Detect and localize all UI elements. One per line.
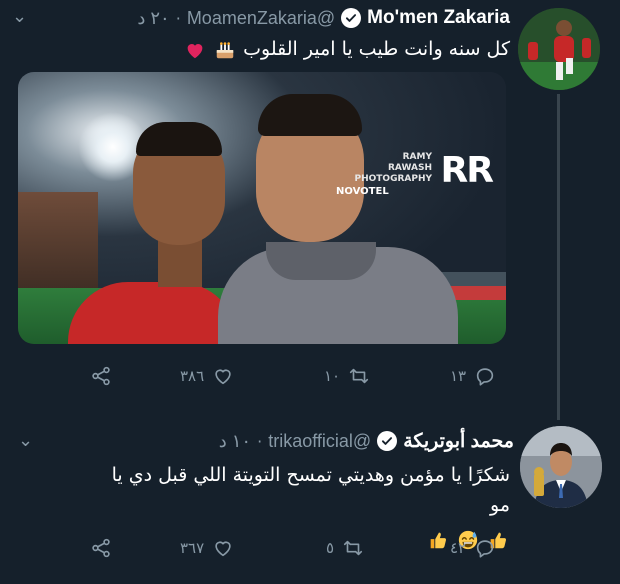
retweet-count: ١٠ xyxy=(324,367,341,385)
tweet-text-content: كل سنه وانت طيب يا امير القلوب xyxy=(243,38,510,60)
watermark-text: RAMY RAWASH PHOTOGRAPHY xyxy=(355,152,433,185)
like-count: ٣٦٧ xyxy=(180,539,205,557)
like-count: ٣٨٦ xyxy=(180,367,205,385)
reply-icon xyxy=(476,368,494,386)
chevron-down-icon[interactable]: ⌄ xyxy=(12,6,27,27)
tweet-time[interactable]: ٢٠ د xyxy=(137,8,169,29)
reply-icon xyxy=(476,540,494,558)
retweet-count: ٥ xyxy=(326,539,335,557)
retweet-icon xyxy=(343,540,363,556)
avatar[interactable] xyxy=(520,426,602,508)
reply-count: ٤٢ xyxy=(450,539,467,557)
thread-line xyxy=(557,94,560,420)
tweet-text: كل سنه وانت طيب يا امير القلوب xyxy=(90,34,510,64)
tweet-actions: ٣٨٦ ١٠ ١٣ xyxy=(0,362,620,390)
watermark-line: RAWASH xyxy=(388,163,432,173)
verified-badge-icon xyxy=(341,8,362,28)
like-button[interactable]: ٣٦٧ xyxy=(180,534,234,562)
reply-count: ١٣ xyxy=(450,367,467,385)
user-handle[interactable]: @MoamenZakaria xyxy=(187,8,335,29)
watermark-line: RAMY xyxy=(402,152,432,162)
tweet-header: محمد أبوتريكة @trikaofficial · ١٠ د xyxy=(219,428,514,454)
red-heart-icon xyxy=(187,43,203,58)
display-name[interactable]: محمد أبوتريكة xyxy=(403,430,514,453)
watermark-logo: RR xyxy=(440,150,494,191)
display-name[interactable]: Mo'men Zakaria xyxy=(367,7,510,29)
polo-collar xyxy=(266,242,376,280)
man-hair xyxy=(258,94,362,136)
share-icon xyxy=(92,538,110,558)
retweet-button[interactable]: ١٠ xyxy=(324,362,370,390)
like-icon xyxy=(215,369,231,385)
share-icon xyxy=(92,366,110,386)
separator-dot: · xyxy=(175,8,181,28)
share-button[interactable] xyxy=(90,362,112,390)
tweet-actions: ٣٦٧ ٥ ٤٢ xyxy=(0,534,620,562)
like-icon xyxy=(215,541,231,557)
reply-button[interactable]: ٤٢ xyxy=(450,534,496,562)
verified-badge-icon xyxy=(377,431,398,451)
tweet-text-content: شكرًا يا مؤمن وهديتي تمسح التويتة اللي ق… xyxy=(111,464,510,516)
retweet-button[interactable]: ٥ xyxy=(326,534,364,562)
stadium-stand xyxy=(18,192,98,302)
tweet-header: Mo'men Zakaria @MoamenZakaria · ٢٠ د xyxy=(137,6,510,30)
tweet-time[interactable]: ١٠ د xyxy=(219,431,251,452)
avatar[interactable] xyxy=(518,8,600,90)
share-button[interactable] xyxy=(90,534,112,562)
separator-dot: · xyxy=(257,431,263,451)
like-button[interactable]: ٣٨٦ xyxy=(180,362,234,390)
watermark-line: PHOTOGRAPHY xyxy=(354,174,433,184)
retweet-icon xyxy=(350,368,369,384)
birthday-cake-icon xyxy=(216,41,234,58)
player-hair xyxy=(136,122,222,156)
hotel-sign: NOVOTEL xyxy=(336,186,389,197)
chevron-down-icon[interactable]: ⌄ xyxy=(18,430,33,451)
tweet-photo[interactable]: NOVOTEL RAMY RAWASH PHOTOGRAPHY RR xyxy=(18,72,506,344)
reply-button[interactable]: ١٣ xyxy=(450,362,496,390)
user-handle[interactable]: @trikaofficial xyxy=(268,431,371,452)
